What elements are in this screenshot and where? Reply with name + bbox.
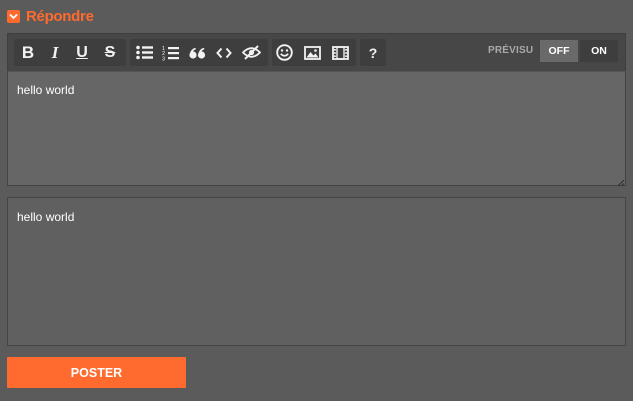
resize-grip-icon[interactable]	[615, 174, 625, 187]
block-format-group: 1 2 3	[130, 39, 268, 66]
preview-text: hello world	[17, 210, 75, 224]
quote-button[interactable]	[185, 39, 209, 66]
preview-panel: hello world	[7, 197, 626, 346]
reply-title[interactable]: Répondre	[26, 8, 94, 25]
strikethrough-icon: S	[104, 43, 116, 61]
bold-icon: B	[21, 42, 35, 62]
chevron-down-icon[interactable]	[7, 9, 20, 23]
eye-slash-icon	[241, 45, 261, 60]
emoji-button[interactable]	[272, 39, 296, 66]
numbered-list-button[interactable]: 1 2 3	[158, 39, 182, 66]
bulleted-list-icon	[135, 45, 153, 60]
video-button[interactable]	[328, 39, 352, 66]
text-format-group: B I U S	[14, 39, 126, 66]
strikethrough-button[interactable]: S	[98, 39, 122, 66]
preview-label: PRÉVISU	[488, 45, 534, 56]
editor-toolbar: B I U S 1 2 3 ? PRÉVISU OFF ON	[7, 33, 626, 71]
message-textarea[interactable]: hello world	[7, 71, 626, 186]
code-button[interactable]	[212, 39, 236, 66]
film-icon	[331, 45, 349, 60]
help-button[interactable]: ?	[361, 39, 385, 66]
bulleted-list-button[interactable]	[132, 39, 156, 66]
code-icon	[216, 47, 232, 59]
italic-icon: I	[51, 42, 59, 62]
poster-button[interactable]: POSTER	[7, 357, 186, 388]
italic-button[interactable]: I	[43, 39, 67, 66]
help-group: ?	[360, 39, 386, 66]
numbered-list-icon: 1 2 3	[162, 45, 179, 61]
media-group	[272, 39, 356, 66]
bold-button[interactable]: B	[16, 39, 40, 66]
image-button[interactable]	[300, 39, 324, 66]
help-icon: ?	[368, 44, 378, 61]
preview-on-toggle[interactable]: ON	[580, 40, 618, 62]
underline-button[interactable]: U	[70, 39, 94, 66]
smiley-icon	[275, 44, 293, 61]
spoiler-button[interactable]	[239, 39, 263, 66]
reply-header[interactable]: Répondre	[7, 7, 94, 25]
svg-text:3: 3	[162, 56, 165, 61]
image-icon	[303, 45, 321, 60]
preview-off-toggle[interactable]: OFF	[540, 40, 578, 62]
quote-icon	[188, 47, 206, 59]
underline-icon: U	[76, 43, 88, 61]
